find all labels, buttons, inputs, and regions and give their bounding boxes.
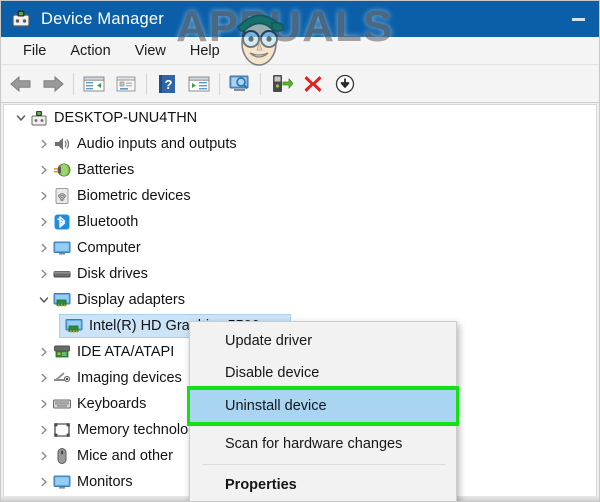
context-menu-item-scan-for-hardware-changes[interactable]: Scan for hardware changes xyxy=(190,428,456,460)
disk-drive-icon xyxy=(52,264,72,284)
ide-controller-icon xyxy=(52,342,72,362)
menu-action[interactable]: Action xyxy=(58,40,122,62)
chevron-right-icon[interactable] xyxy=(35,235,52,261)
menu-view[interactable]: View xyxy=(123,40,178,62)
tree-item-label: Display adapters xyxy=(77,292,185,308)
title-bar: Device Manager xyxy=(1,1,599,37)
context-menu-item-update-driver[interactable]: Update driver xyxy=(190,325,456,357)
tree-item-label: Disk drives xyxy=(77,266,148,282)
tree-item-label: Monitors xyxy=(77,474,133,490)
back-arrow-icon[interactable] xyxy=(5,68,37,100)
forward-arrow-icon[interactable] xyxy=(37,68,69,100)
chevron-right-icon[interactable] xyxy=(35,157,52,183)
monitor-icon xyxy=(52,238,72,258)
chevron-right-icon[interactable] xyxy=(35,261,52,287)
tree-item-display-adapters[interactable]: Display adapters xyxy=(4,287,596,313)
tree-item-label: Keyboards xyxy=(77,396,147,412)
menu-file[interactable]: File xyxy=(11,40,58,62)
chevron-right-icon[interactable] xyxy=(35,443,52,469)
fingerprint-icon xyxy=(52,186,72,206)
bluetooth-icon xyxy=(52,212,72,232)
context-menu-separator xyxy=(202,464,446,465)
keyboard-icon xyxy=(52,394,72,414)
window-title: Device Manager xyxy=(41,9,164,28)
tree-item-label: Memory technology xyxy=(77,422,204,438)
tree-item-audio-inputs-and-outputs[interactable]: Audio inputs and outputs xyxy=(4,131,596,157)
tree-item-bluetooth[interactable]: Bluetooth xyxy=(4,209,596,235)
chevron-right-icon[interactable] xyxy=(35,469,52,495)
chevron-down-icon[interactable] xyxy=(35,287,52,313)
toolbar-separator xyxy=(146,72,147,95)
properties-icon[interactable] xyxy=(110,68,142,100)
tree-item-disk-drives[interactable]: Disk drives xyxy=(4,261,596,287)
device-manager-window: Device Manager File Action View Help ? D… xyxy=(0,0,600,502)
toolbar-separator xyxy=(73,72,74,95)
computer-root-icon xyxy=(29,108,49,128)
window-controls xyxy=(556,1,599,37)
chevron-right-icon[interactable] xyxy=(35,131,52,157)
scan-view-icon[interactable] xyxy=(183,68,215,100)
context-menu-item-disable-device[interactable]: Disable device xyxy=(190,357,456,389)
help-icon[interactable]: ? xyxy=(151,68,183,100)
device-manager-icon xyxy=(10,8,32,30)
toolbar-separator xyxy=(260,72,261,95)
battery-icon xyxy=(52,160,72,180)
tree-item-computer[interactable]: Computer xyxy=(4,235,596,261)
chevron-down-icon[interactable] xyxy=(12,105,29,131)
minimize-button[interactable] xyxy=(556,1,599,37)
imaging-device-icon xyxy=(52,368,72,388)
show-hide-console-tree-icon[interactable] xyxy=(78,68,110,100)
context-menu[interactable]: Update driver Disable device Uninstall d… xyxy=(187,321,459,501)
scan-for-hardware-changes-icon[interactable] xyxy=(224,68,256,100)
monitor-icon xyxy=(52,472,72,492)
memory-icon xyxy=(52,420,72,440)
menu-bar: File Action View Help xyxy=(1,37,599,65)
toolbar: ? xyxy=(1,65,599,103)
uninstall-device-annotation-box: Uninstall device xyxy=(187,386,459,426)
chevron-right-icon[interactable] xyxy=(35,417,52,443)
svg-text:?: ? xyxy=(165,77,173,92)
tree-item-biometric-devices[interactable]: Biometric devices xyxy=(4,183,596,209)
tree-item-label: Mice and other xyxy=(77,448,173,464)
minimize-icon xyxy=(572,17,585,21)
chevron-right-icon[interactable] xyxy=(35,365,52,391)
speaker-icon xyxy=(52,134,72,154)
chevron-right-icon[interactable] xyxy=(35,183,52,209)
chevron-right-icon[interactable] xyxy=(35,209,52,235)
tree-root-label: DESKTOP-UNU4THN xyxy=(54,110,198,126)
chevron-right-icon[interactable] xyxy=(35,339,52,365)
toolbar-separator xyxy=(219,72,220,95)
chevron-right-icon[interactable] xyxy=(35,391,52,417)
uninstall-device-icon[interactable] xyxy=(297,68,329,100)
display-adapter-icon xyxy=(52,290,72,310)
tree-item-label: Audio inputs and outputs xyxy=(77,136,237,152)
context-menu-item-properties[interactable]: Properties xyxy=(190,469,456,501)
disable-device-icon[interactable] xyxy=(329,68,361,100)
tree-item-batteries[interactable]: Batteries xyxy=(4,157,596,183)
tree-item-label: Imaging devices xyxy=(77,370,182,386)
mouse-icon xyxy=(52,446,72,466)
tree-item-label: Bluetooth xyxy=(77,214,139,230)
tree-root-row[interactable]: DESKTOP-UNU4THN xyxy=(4,105,596,131)
menu-help[interactable]: Help xyxy=(178,40,232,62)
context-menu-item-uninstall-device[interactable]: Uninstall device xyxy=(190,390,456,422)
update-driver-icon[interactable] xyxy=(265,68,297,100)
tree-item-label: IDE ATA/ATAPI xyxy=(77,344,175,360)
tree-item-label: Biometric devices xyxy=(77,188,191,204)
tree-item-label: Computer xyxy=(77,240,141,256)
tree-item-label: Batteries xyxy=(77,162,135,178)
display-adapter-icon xyxy=(64,316,84,336)
